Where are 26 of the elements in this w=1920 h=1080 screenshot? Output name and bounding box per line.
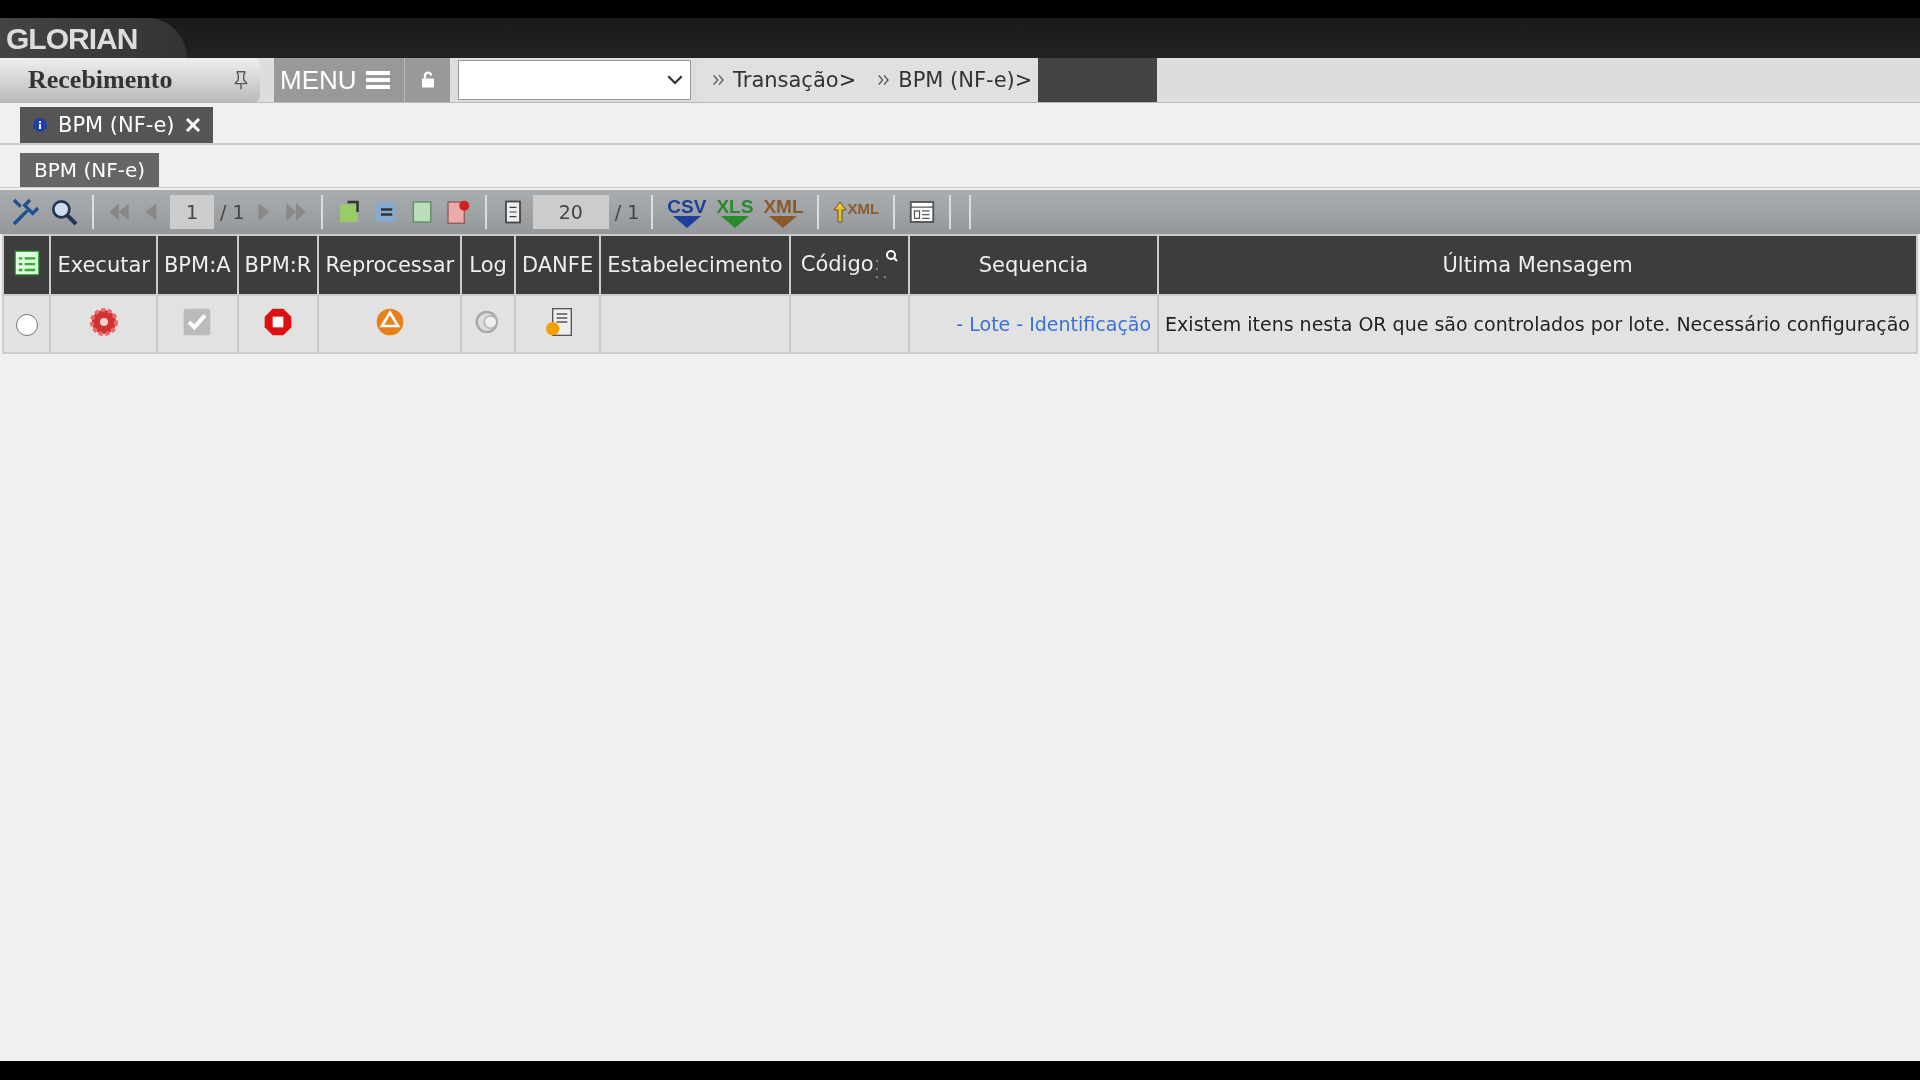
column-header[interactable]: Última Mensagem — [1442, 253, 1633, 277]
tab[interactable]: BPM (NF-e) — [20, 107, 213, 143]
breadcrumb-link[interactable]: Transação> — [733, 68, 857, 92]
info-icon — [32, 117, 48, 133]
message-text: Existem itens nesta OR que são controlados por lote. Necessário configuração — [1165, 313, 1910, 335]
breadcrumb-link[interactable]: BPM (NF-e)> — [898, 68, 1033, 92]
search-icon[interactable] — [873, 249, 898, 281]
column-header[interactable]: Sequencia — [978, 253, 1089, 277]
stop-icon[interactable] — [262, 306, 294, 338]
logo: GLORIAN — [0, 18, 188, 58]
column-list-icon[interactable] — [12, 248, 41, 277]
page-total: / 1 — [220, 201, 245, 223]
chevron-down-icon — [666, 73, 684, 87]
menu-icon — [364, 68, 391, 92]
page-size-field[interactable]: 20 — [532, 195, 609, 229]
subtab[interactable]: BPM (NF-e) — [20, 153, 159, 187]
page-number[interactable]: 1 — [170, 195, 215, 229]
page-size-total: / 1 — [614, 201, 640, 223]
lock-button[interactable] — [404, 58, 450, 102]
row-radio[interactable] — [15, 313, 38, 336]
close-icon[interactable] — [184, 117, 201, 133]
gear-icon[interactable] — [87, 306, 120, 338]
module-title: Recebimento — [28, 65, 173, 95]
dropdown-field[interactable] — [458, 60, 691, 100]
upload-arrow-icon — [833, 200, 848, 224]
tools-icon[interactable] — [10, 196, 42, 228]
